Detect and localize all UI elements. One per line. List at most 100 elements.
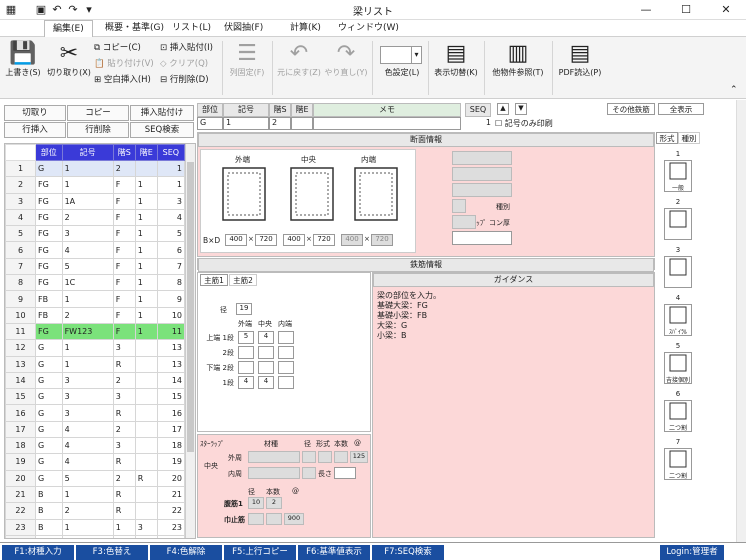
table-cell[interactable]: 3 — [112, 339, 136, 357]
right-scrollbar[interactable] — [736, 100, 746, 542]
table-row[interactable]: 14 G 3 2 14 — [5, 371, 186, 390]
table-cell[interactable]: 1 — [61, 159, 114, 178]
rebar-count-input[interactable] — [278, 361, 294, 374]
table-cell[interactable]: FG — [35, 257, 63, 276]
table-cell[interactable]: B — [35, 485, 63, 504]
tab-main-rebar-1[interactable]: 主筋1 — [200, 274, 228, 286]
table-cell[interactable]: 3 — [61, 371, 114, 390]
center-depth-input[interactable]: 720 — [313, 234, 335, 246]
column-header[interactable]: 記号 — [61, 144, 114, 161]
table-cell[interactable]: 1 — [134, 225, 158, 243]
aggregate-select[interactable] — [452, 183, 512, 197]
delete-row-button[interactable]: 行削除 — [67, 122, 129, 138]
table-cell[interactable] — [134, 355, 158, 373]
table-row[interactable]: 22 B 2 R 22 — [5, 502, 186, 520]
rebar-count-input[interactable] — [258, 361, 274, 374]
stirrup-type-button[interactable]: ｽﾊﾟｲﾗﾙ — [664, 304, 692, 336]
list-scrollbar[interactable] — [185, 144, 195, 538]
table-row[interactable]: 17 G 4 2 17 — [5, 420, 186, 439]
f5-copy-above-key[interactable]: F5:上行コピー — [224, 545, 296, 560]
table-cell[interactable]: F — [112, 225, 136, 243]
table-cell[interactable]: 3 — [156, 192, 186, 210]
down-arrow-button[interactable]: ▼ — [515, 103, 527, 115]
table-cell[interactable]: 17 — [156, 420, 186, 439]
stirrup-type-button[interactable] — [664, 256, 692, 288]
cut-button[interactable]: ✂ 切り取り(X) — [46, 41, 92, 78]
f7-seq-search-key[interactable]: F7:SEQ検索 — [372, 545, 444, 560]
maximize-button[interactable]: ☐ — [666, 0, 706, 20]
outer-width-input[interactable]: 400 — [225, 234, 247, 246]
table-cell[interactable]: G — [35, 437, 63, 455]
table-cell[interactable]: F — [112, 208, 136, 227]
table-cell[interactable]: 1 — [61, 485, 114, 504]
table-row[interactable]: 6 FG 4 F 1 6 — [5, 241, 186, 259]
inner-width-input[interactable]: 400 — [341, 234, 363, 246]
center-width-input[interactable]: 400 — [283, 234, 305, 246]
table-cell[interactable]: FG — [35, 241, 63, 259]
tab-main-rebar-2[interactable]: 主筋2 — [229, 274, 257, 286]
table-row[interactable]: 7 FG 5 F 1 7 — [5, 257, 186, 276]
rebar-count-input[interactable] — [278, 331, 294, 344]
diameter-input[interactable]: 19 — [236, 303, 252, 315]
print-only-checkbox[interactable]: ☐ 記号のみ印刷 — [495, 118, 645, 130]
table-cell[interactable]: 1 — [61, 534, 114, 538]
table-cell[interactable]: R — [112, 453, 136, 471]
collapse-ribbon-icon[interactable]: ⌃ — [730, 85, 738, 95]
table-cell[interactable]: 20 — [156, 469, 186, 487]
column-header[interactable]: SEQ — [156, 144, 186, 161]
table-cell[interactable]: FG — [35, 274, 63, 292]
table-row[interactable]: 12 G 1 3 13 — [5, 339, 186, 357]
paste-button[interactable]: 📋 貼り付け(V) — [94, 57, 154, 72]
table-cell[interactable]: F — [112, 241, 136, 259]
insert-paste-rows-button[interactable]: 挿入貼付け — [130, 105, 194, 121]
table-cell[interactable]: 1 — [112, 534, 136, 538]
table-cell[interactable]: 1 — [134, 176, 158, 194]
table-cell[interactable]: 9 — [156, 290, 186, 308]
inner-material-select[interactable] — [248, 467, 300, 479]
redo-button[interactable]: ↷ やり直し(Y) — [324, 41, 368, 78]
tab-format[interactable]: 形式 — [656, 132, 678, 144]
table-cell[interactable] — [134, 437, 158, 455]
table-cell[interactable]: 5 — [61, 469, 114, 487]
seq-search-button[interactable]: SEQ検索 — [130, 122, 194, 138]
table-cell[interactable]: 3 — [112, 437, 136, 455]
symbol-input[interactable]: 1 — [223, 117, 269, 130]
table-cell[interactable]: 1 — [112, 518, 136, 536]
menu-window[interactable]: ウィンドウ(W) — [330, 20, 407, 37]
length-input[interactable] — [334, 467, 356, 479]
table-row[interactable]: 24B11324 — [5, 534, 186, 538]
table-cell[interactable]: 5 — [156, 225, 186, 243]
table-cell[interactable]: FG — [35, 192, 63, 210]
table-cell[interactable]: 1 — [134, 306, 158, 324]
table-cell[interactable]: 21 — [156, 485, 186, 504]
pdf-read-button[interactable]: ▤ PDF読込(P) — [556, 41, 604, 78]
undo-button[interactable]: ↶ 元に戻す(Z) — [276, 41, 322, 78]
type-input[interactable] — [452, 199, 466, 213]
table-cell[interactable]: 10 — [156, 306, 186, 324]
table-cell[interactable]: 3 — [61, 388, 114, 406]
table-row[interactable]: 21 B 1 R 21 — [5, 485, 186, 504]
table-cell[interactable]: 13 — [156, 339, 186, 357]
table-cell[interactable]: F — [112, 257, 136, 276]
save-button[interactable]: 💾 上書き(S) — [4, 41, 42, 78]
memo-input[interactable] — [313, 117, 461, 130]
table-cell[interactable]: 1 — [156, 159, 186, 178]
table-cell[interactable]: B — [35, 502, 63, 520]
table-row[interactable]: 8 FG 1C F 1 8 — [5, 274, 186, 292]
table-cell[interactable]: 1 — [61, 339, 114, 357]
outer-count-input[interactable] — [334, 451, 348, 463]
table-cell[interactable]: 1C — [61, 274, 114, 292]
top-thickness-input[interactable] — [452, 215, 476, 229]
menu-plan[interactable]: 伏図抽(F) — [216, 20, 271, 37]
tie-bar-count-input[interactable] — [266, 513, 282, 525]
up-arrow-button[interactable]: ▲ — [497, 103, 509, 115]
color-dropdown[interactable]: ▾ — [380, 46, 422, 64]
table-cell[interactable]: 1 — [61, 290, 114, 308]
table-cell[interactable]: B — [35, 534, 63, 538]
row-delete-button[interactable]: ⊟ 行削除(D) — [160, 73, 209, 88]
minimize-button[interactable]: — — [626, 0, 666, 20]
table-cell[interactable]: 1A — [61, 192, 114, 210]
table-cell[interactable] — [134, 404, 158, 422]
other-ref-button[interactable]: ▥ 他物件参照(T) — [488, 41, 548, 78]
floor-start-select[interactable]: 2 — [269, 117, 291, 130]
